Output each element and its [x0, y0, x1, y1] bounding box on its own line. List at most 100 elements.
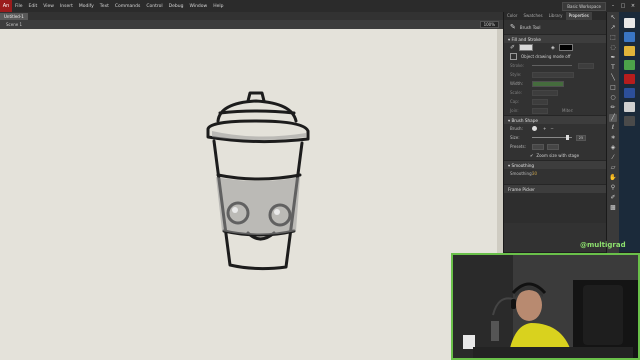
stroke-field[interactable] — [578, 62, 594, 69]
tools-panel: ↖ ↗ ⬚ ◌ ✒ T ╲ □ ○ ✏ ╱ ℓ ∗ ◈ ⁄ ▱ ✋ ⚲ ✐ ▩ — [606, 12, 619, 260]
fill-stroke-section[interactable]: ▾ Fill and Stroke — [504, 34, 607, 43]
smoothing-value[interactable]: 30 — [532, 171, 537, 176]
stroke-slider[interactable] — [532, 65, 572, 66]
document-tab[interactable]: Untitled-1 — [0, 13, 28, 20]
oval-icon[interactable]: ○ — [609, 94, 617, 102]
zoom-icon[interactable]: ⚲ — [609, 184, 617, 192]
zoom-size-row[interactable]: ✔ Zoom size with stage — [504, 151, 607, 160]
app-icon-green[interactable] — [624, 60, 635, 70]
tab-color[interactable]: Color — [504, 12, 520, 20]
workspace-switcher[interactable]: Basic Workspace — [562, 1, 606, 11]
close-icon[interactable]: × — [630, 3, 636, 9]
object-drawing-label: Object drawing mode off — [521, 54, 571, 59]
scale-label: Scale: — [510, 90, 523, 95]
webcam-feed-image — [453, 255, 638, 358]
brush-shape-title: Brush Shape — [511, 117, 538, 123]
brush-shape-section[interactable]: ▾ Brush Shape — [504, 115, 607, 124]
stroke-color-swatch[interactable] — [519, 44, 534, 51]
menu-control[interactable]: Control — [143, 4, 165, 9]
scene-label[interactable]: Scene 1 — [0, 22, 22, 27]
menu-file[interactable]: File — [12, 4, 26, 9]
hand-icon[interactable]: ✋ — [609, 174, 617, 182]
style-select[interactable] — [532, 71, 574, 78]
minimize-icon[interactable]: – — [610, 3, 616, 9]
style-label: Style: — [510, 72, 522, 77]
maximize-icon[interactable]: □ — [620, 3, 626, 9]
tab-properties[interactable]: Properties — [565, 12, 592, 20]
fill-bucket-icon: ◈ — [551, 44, 555, 51]
app-icon-blue[interactable] — [624, 32, 635, 42]
preset-2[interactable] — [547, 143, 559, 150]
size-value[interactable]: 25 — [576, 134, 586, 141]
menu-text[interactable]: Text — [97, 4, 112, 9]
lasso-icon[interactable]: ◌ — [609, 44, 617, 52]
smoothing-label: Smoothing: — [510, 171, 533, 176]
preset-1[interactable] — [532, 143, 544, 150]
object-drawing-row[interactable]: Object drawing mode off — [504, 52, 607, 61]
join-row: Join: Miter: — [504, 106, 607, 115]
width-row: Width: — [504, 79, 607, 88]
add-brush-icon[interactable]: + — [543, 126, 546, 131]
cap-select[interactable] — [532, 98, 548, 105]
pen-icon[interactable]: ✒ — [609, 54, 617, 62]
line-icon[interactable]: ╲ — [609, 74, 617, 82]
chrome-icon[interactable] — [624, 18, 635, 28]
eraser-icon[interactable]: ▱ — [609, 164, 617, 172]
frame-picker-title: Frame Picker — [508, 186, 535, 192]
menu-commands[interactable]: Commands — [112, 4, 143, 9]
folder-icon[interactable] — [624, 46, 635, 56]
pencil-icon[interactable]: ✏ — [609, 104, 617, 112]
frame-picker-section[interactable]: Frame Picker — [504, 184, 607, 193]
subselect-icon[interactable]: ↗ — [609, 24, 617, 32]
stage-canvas[interactable] — [0, 29, 503, 360]
menu-edit[interactable]: Edit — [26, 4, 41, 9]
paint-brush-icon[interactable]: ℓ — [609, 124, 617, 132]
menu-view[interactable]: View — [40, 4, 57, 9]
document-tab-strip: Untitled-1 — [0, 12, 503, 20]
app-icon-dark[interactable] — [624, 116, 635, 126]
rectangle-icon[interactable]: □ — [609, 84, 617, 92]
cap-label: Cap: — [510, 99, 520, 104]
settings-icon[interactable] — [624, 102, 635, 112]
remove-brush-icon[interactable]: − — [550, 126, 553, 131]
fill-color-swatch[interactable] — [558, 44, 573, 51]
eyedropper-icon[interactable]: ⁄ — [609, 154, 617, 162]
scene-bar: Scene 1 100% — [0, 20, 503, 29]
size-slider[interactable] — [532, 135, 572, 140]
app-icon-navy[interactable] — [624, 88, 635, 98]
bone-icon[interactable]: ∗ — [609, 134, 617, 142]
checkbox-icon[interactable]: ✔ — [530, 153, 533, 158]
width-profile[interactable] — [532, 80, 564, 87]
animate-icon[interactable] — [624, 74, 635, 84]
smoothing-title: Smoothing — [511, 162, 535, 168]
presets-row: Presets: — [504, 142, 607, 151]
tab-swatches[interactable]: Swatches — [520, 12, 545, 20]
tab-library[interactable]: Library — [546, 12, 566, 20]
free-transform-icon[interactable]: ⬚ — [609, 34, 617, 42]
text-icon[interactable]: T — [609, 64, 617, 72]
smoothing-row: Smoothing: 30 — [504, 169, 607, 178]
menu-window[interactable]: Window — [186, 4, 210, 9]
brush-shape-icon[interactable] — [532, 126, 537, 131]
coffee-cup-drawing — [206, 91, 310, 271]
menu-help[interactable]: Help — [210, 4, 226, 9]
zoom-size-label: Zoom size with stage — [536, 153, 580, 158]
paint-bucket-icon[interactable]: ◈ — [609, 144, 617, 152]
brush-icon[interactable]: ╱ — [609, 114, 617, 122]
arrow-icon[interactable]: ↖ — [609, 14, 617, 22]
stroke-pencil-icon: ✐ — [510, 44, 516, 51]
join-select[interactable] — [532, 107, 548, 114]
scale-select[interactable] — [532, 89, 558, 96]
stroke-label: Stroke: — [510, 63, 525, 68]
menu-modify[interactable]: Modify — [76, 4, 97, 9]
miter-label: Miter: — [562, 108, 574, 113]
fill-color-icon[interactable]: ▩ — [609, 204, 617, 212]
object-drawing-icon — [510, 53, 517, 60]
size-label: Size: — [510, 135, 520, 140]
menu-insert[interactable]: Insert — [57, 4, 76, 9]
stroke-color-icon[interactable]: ✐ — [609, 194, 617, 202]
menu-debug[interactable]: Debug — [166, 4, 187, 9]
zoom-select[interactable]: 100% — [479, 21, 499, 28]
color-row: ✐ ◈ — [504, 43, 607, 52]
smoothing-section[interactable]: ▾ Smoothing — [504, 160, 607, 169]
